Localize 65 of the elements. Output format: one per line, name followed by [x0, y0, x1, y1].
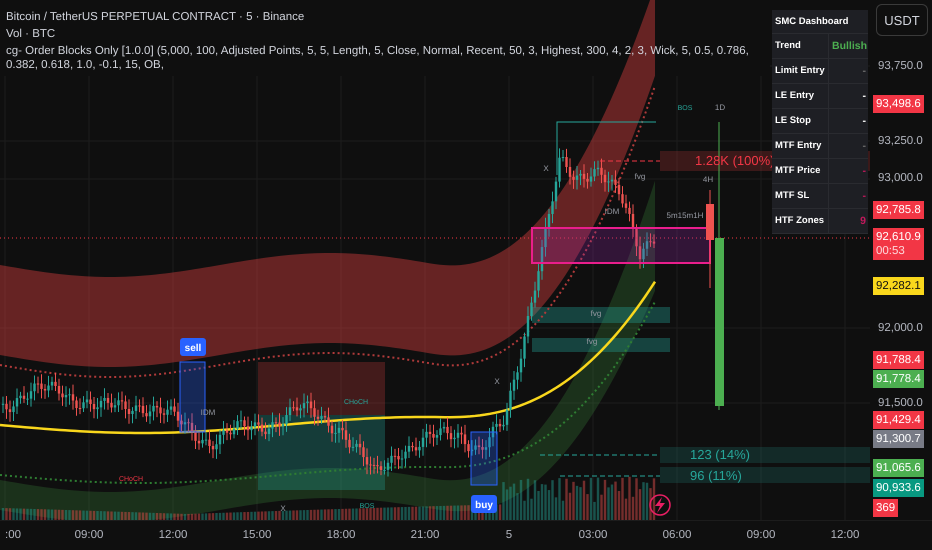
- marker-label: X: [280, 504, 286, 513]
- currency-button[interactable]: USDT: [876, 4, 928, 36]
- time-axis-label: 09:00: [74, 529, 104, 541]
- marker-label: fvg: [590, 309, 602, 318]
- marker-label: 5m15m1H: [666, 211, 704, 220]
- dashboard-label: LE Stop: [772, 109, 828, 134]
- price-scale-label: 93,250.0: [878, 134, 923, 147]
- level-line: [600, 160, 660, 162]
- price-tag: 91,778.4: [873, 370, 924, 388]
- dashboard-value: 9: [828, 209, 868, 234]
- price-tag: 369: [873, 499, 898, 517]
- level-label: 96 (11%): [690, 468, 742, 483]
- price-tag: 91,300.7: [873, 430, 924, 448]
- price-tag: 93,498.6: [873, 94, 924, 113]
- price-tag: 90,933.6: [873, 478, 924, 497]
- level-label: 123 (14%): [690, 447, 750, 462]
- dashboard-value: -: [828, 134, 868, 159]
- price-tag: 92,610.9 00:53: [873, 228, 924, 260]
- time-axis-label: 21:00: [410, 529, 440, 541]
- time-axis-label: 03:00: [578, 529, 608, 541]
- dashboard-title: SMC Dashboard: [772, 10, 868, 34]
- price-scale-label: 92,000.0: [878, 322, 923, 334]
- dashboard-label: HTF Zones: [772, 209, 828, 234]
- price-tag: 91,065.6: [873, 458, 924, 477]
- dashboard-label: MTF Entry: [772, 134, 828, 159]
- price-scale-label: 91,500.0: [878, 396, 923, 409]
- indicator-legend: cg- Order Blocks Only [1.0.0] (5,000, 100, Adjusted Points, 5, 5, Length, 5, Close, Normal, Recent, 50, 3, Highest, 300, 4, 2, 3, Wick, 5, 0.5, 0.786, 0.382, 0.618, 1.0, -0.1, 15, OB,: [6, 44, 766, 72]
- dashboard-value: -: [828, 59, 868, 84]
- signal-badge: sell: [180, 338, 206, 356]
- signal-zone: [470, 432, 498, 486]
- price-tag: 92,785.8: [873, 201, 924, 220]
- time-axis-label: 06:00: [662, 529, 692, 541]
- time-axis-label: 18:00: [326, 529, 356, 541]
- time-axis-label: 12:00: [830, 529, 860, 541]
- lightning-icon[interactable]: [649, 494, 671, 516]
- dashboard-label: MTF SL: [772, 184, 828, 209]
- price-tag: 91,429.4: [873, 410, 924, 429]
- marker-label: fvg: [634, 172, 646, 181]
- volume-legend: Vol · BTC: [6, 27, 766, 41]
- marker-label: X: [494, 377, 500, 386]
- time-axis-label: :00: [5, 529, 21, 541]
- symbol-title: Bitcoin / TetherUS PERPETUAL CONTRACT · 5 · Binance: [6, 10, 306, 24]
- dashboard-label: Trend: [772, 34, 828, 59]
- signal-badge: buy: [471, 495, 497, 513]
- time-axis-label: 12:00: [158, 529, 188, 541]
- price-scale-label: 93,750.0: [878, 60, 923, 72]
- dashboard-value: -: [828, 109, 868, 134]
- marker-label: IDM: [604, 207, 620, 216]
- marker-label: 1D: [714, 103, 726, 112]
- time-axis-label: 09:00: [746, 529, 776, 541]
- dashboard-value: -: [828, 84, 868, 109]
- dashboard-value: -: [828, 159, 868, 184]
- time-axis-label: 15:00: [242, 529, 272, 541]
- marker-label: 4H: [702, 175, 714, 184]
- marker-label: fvg: [586, 337, 598, 346]
- dashboard-label: LE Entry: [772, 84, 828, 109]
- price-scale-label: 93,000.0: [878, 172, 923, 184]
- dashboard-value: -: [828, 184, 868, 209]
- dashboard-value: Bullish: [828, 34, 868, 59]
- dashboard-label: MTF Price: [772, 159, 828, 184]
- marker-label: X: [543, 164, 549, 173]
- price-tag: 91,788.4: [873, 350, 924, 369]
- price-tag: 92,282.1: [873, 276, 924, 295]
- dashboard-label: Limit Entry: [772, 59, 828, 84]
- time-axis-label: 5: [506, 529, 512, 541]
